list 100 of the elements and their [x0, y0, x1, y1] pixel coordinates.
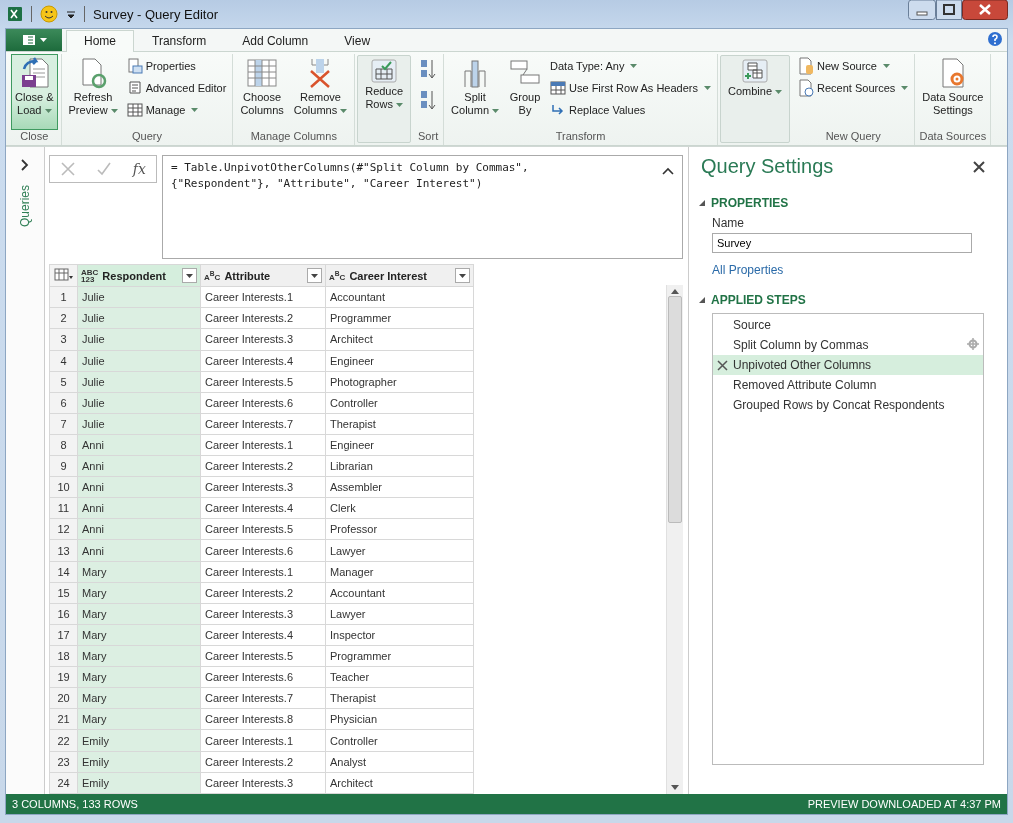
ribbon-tab[interactable]: Transform — [134, 30, 225, 51]
row-number: 18 — [49, 645, 78, 667]
table-cell: Career Interests.6 — [200, 540, 326, 562]
section-heading[interactable]: PROPERTIES — [711, 196, 789, 210]
filter-dropdown-button[interactable] — [182, 268, 197, 284]
delete-step-icon — [717, 359, 728, 371]
database-document-icon — [798, 57, 815, 75]
caret-icon — [775, 90, 783, 95]
row-number: 16 — [49, 603, 78, 625]
ribbon-button[interactable]: Remove Columns — [289, 54, 352, 130]
vertical-scrollbar[interactable] — [666, 285, 683, 794]
combine-table-icon — [742, 59, 768, 83]
row-number: 17 — [49, 624, 78, 646]
table-cell: Lawyer — [325, 540, 474, 562]
table-cell: Career Interests.7 — [200, 413, 326, 435]
table-cell: Architect — [325, 328, 474, 350]
caret-icon — [395, 103, 403, 108]
caret-icon — [492, 109, 499, 114]
caret-icon — [44, 109, 52, 114]
ribbon-button[interactable]: Reduce Rows — [361, 56, 408, 142]
column-header[interactable]: Respondent — [102, 269, 166, 282]
ribbon-tab[interactable]: View — [326, 30, 389, 51]
ribbon-button[interactable]: Combine — [724, 56, 787, 142]
table-icon — [126, 102, 143, 118]
close-button[interactable] — [962, 0, 1008, 20]
row-number: 5 — [49, 371, 78, 393]
applied-step[interactable]: Grouped Rows by Concat Respondents — [713, 395, 983, 415]
table-cell: Professor — [325, 518, 474, 540]
data-type-label: ABC 123 — [81, 268, 99, 283]
ribbon-button[interactable]: Replace Values — [547, 100, 714, 120]
column-header[interactable]: Attribute — [224, 269, 271, 282]
applied-step[interactable]: Removed Attribute Column — [713, 375, 983, 395]
ribbon-button[interactable]: Advanced Editor — [123, 78, 230, 98]
queries-pane-label[interactable]: Queries — [18, 185, 32, 228]
filter-dropdown-button[interactable] — [455, 268, 470, 284]
table-cell: Teacher — [325, 666, 474, 688]
table-cell: Career Interests.2 — [200, 751, 326, 773]
row-number: 7 — [49, 413, 78, 435]
ribbon-button[interactable]: Properties — [123, 56, 230, 76]
table-cell: Career Interests.8 — [200, 708, 326, 730]
table-cell: Career Interests.6 — [200, 666, 326, 688]
sort-ascending-icon — [420, 58, 437, 80]
ribbon-button[interactable]: Manage — [123, 100, 230, 120]
ribbon-button[interactable]: Split Column — [447, 54, 503, 130]
caret-icon — [901, 86, 909, 90]
restore-button[interactable] — [936, 0, 962, 20]
ribbon-button[interactable]: Close & Load — [11, 54, 58, 130]
scroll-down-icon[interactable] — [671, 785, 679, 790]
name-field[interactable]: Survey — [712, 233, 972, 253]
column-header[interactable]: Career Interest — [349, 269, 428, 282]
caret-icon — [882, 64, 890, 68]
table-cell: Career Interests.5 — [200, 371, 326, 393]
row-number: 3 — [49, 328, 78, 350]
ribbon-button[interactable]: Choose Columns — [236, 54, 288, 130]
table-cell: Analyst — [325, 751, 474, 773]
table-cell: Photographer — [325, 371, 474, 393]
ribbon-button[interactable]: Refresh Preview — [64, 54, 122, 130]
ribbon-button[interactable]: New Source — [795, 56, 912, 76]
table-cell: Career Interests.3 — [200, 772, 326, 794]
caret-icon — [39, 38, 47, 42]
table-cell: Engineer — [325, 350, 474, 372]
applied-step[interactable]: Source — [713, 315, 983, 335]
document-icon — [21, 34, 36, 46]
caret-icon — [630, 64, 638, 68]
group-label: Data Sources — [918, 130, 988, 144]
table-cell: Librarian — [325, 455, 474, 477]
function-button[interactable]: fx — [132, 161, 146, 177]
status-text: 3 COLUMNS, 133 ROWS — [12, 798, 138, 810]
ribbon-tab[interactable]: Home — [66, 30, 134, 52]
row-number: 4 — [49, 350, 78, 372]
file-menu-button[interactable] — [6, 29, 62, 51]
table-cell: Career Interests.4 — [200, 350, 326, 372]
customize-toolbar-icon — [66, 9, 76, 19]
ribbon-tab[interactable]: Add Column — [224, 30, 327, 51]
filter-dropdown-button[interactable] — [307, 268, 322, 284]
all-properties-link[interactable]: All Properties — [712, 263, 985, 277]
scroll-up-icon[interactable] — [671, 289, 679, 294]
formula-field[interactable]: = Table.UnpivotOtherColumns(#"Split Column by Commas", {"Respondent"}, "Attribute", "Career Interest") — [162, 155, 683, 259]
table-cell: Career Interests.1 — [200, 561, 326, 583]
applied-step[interactable]: Split Column by Commas — [713, 335, 983, 355]
table-cell: Career Interests.5 — [200, 645, 326, 667]
ribbon-button[interactable]: Data Source Settings — [918, 54, 988, 130]
ribbon-button[interactable]: Use First Row As Headers — [547, 78, 714, 98]
caret-icon — [704, 86, 711, 90]
applied-step[interactable]: Unpivoted Other Columns — [713, 355, 983, 375]
ribbon-button[interactable]: Data Type: Any — [547, 56, 714, 76]
row-number: 14 — [49, 561, 78, 583]
row-number: 13 — [49, 540, 78, 562]
table-cell: Career Interests.3 — [200, 476, 326, 498]
group-label: Close — [19, 130, 50, 144]
ribbon-button[interactable]: Group By — [505, 54, 545, 130]
section-heading[interactable]: APPLIED STEPS — [711, 293, 806, 307]
table-cell: Physician — [325, 708, 474, 730]
close-icon — [973, 160, 985, 173]
caret-icon — [340, 109, 348, 114]
smiley-icon — [40, 5, 58, 23]
table-cell: Career Interests.4 — [200, 497, 326, 519]
row-number: 9 — [49, 455, 78, 477]
ribbon-button[interactable]: Recent Sources — [795, 78, 912, 98]
table-cell: Accountant — [325, 286, 474, 308]
